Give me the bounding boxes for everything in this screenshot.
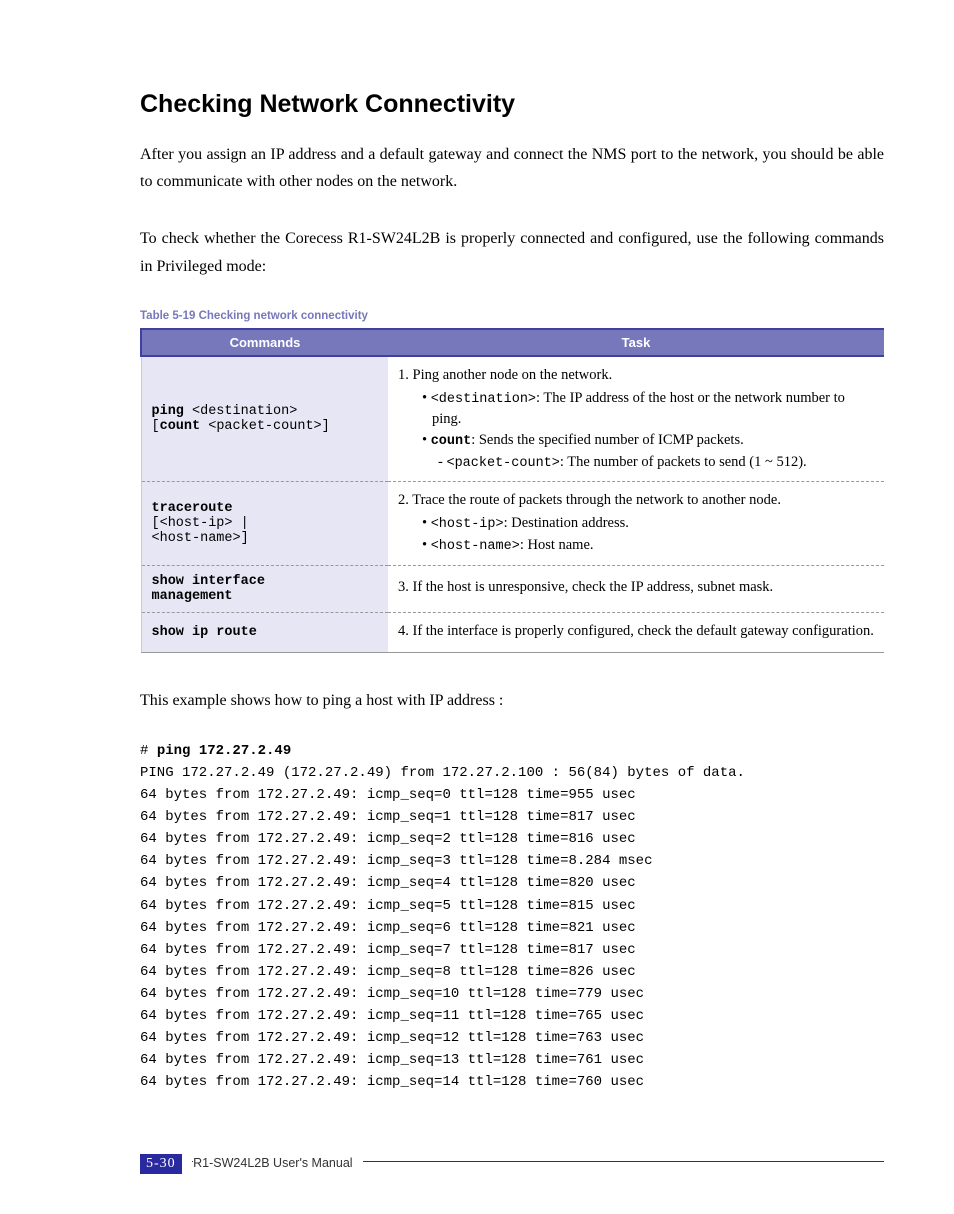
col-task: Task [388,329,884,356]
page-footer: 5-30 R1-SW24L2B User's Manual [140,1154,884,1174]
page-number: 5-30 [140,1154,182,1174]
table-header-row: Commands Task [141,329,884,356]
cmd-cell-traceroute: traceroute [<host-ip> | <host-name>] [141,482,388,565]
doc-title-footer: R1-SW24L2B User's Manual [193,1156,362,1170]
table-row: show ip route 4. If the interface is pro… [141,612,884,652]
intro-paragraph-1: After you assign an IP address and a def… [140,141,884,195]
table-row: ping <destination> [count <packet-count>… [141,356,884,482]
table-row: show interface management 3. If the host… [141,565,884,612]
task-cell-show-ip-route: 4. If the interface is properly configur… [388,612,884,652]
commands-table: Commands Task ping <destination> [count … [140,328,884,653]
task-cell-traceroute: 2. Trace the route of packets through th… [388,482,884,565]
intro-paragraph-2: To check whether the Corecess R1-SW24L2B… [140,225,884,279]
cmd-cell-ping: ping <destination> [count <packet-count>… [141,356,388,482]
table-row: traceroute [<host-ip> | <host-name>] 2. … [141,482,884,565]
example-intro: This example shows how to ping a host wi… [140,687,884,714]
section-heading: Checking Network Connectivity [140,90,884,119]
cmd-cell-show-interface: show interface management [141,565,388,612]
task-cell-ping: 1. Ping another node on the network. • <… [388,356,884,482]
table-caption: Table 5-19 Checking network connectivity [140,310,884,322]
col-commands: Commands [141,329,388,356]
task-cell-show-interface: 3. If the host is unresponsive, check th… [388,565,884,612]
cmd-cell-show-ip-route: show ip route [141,612,388,652]
terminal-output: # ping 172.27.2.49 PING 172.27.2.49 (172… [140,740,884,1094]
